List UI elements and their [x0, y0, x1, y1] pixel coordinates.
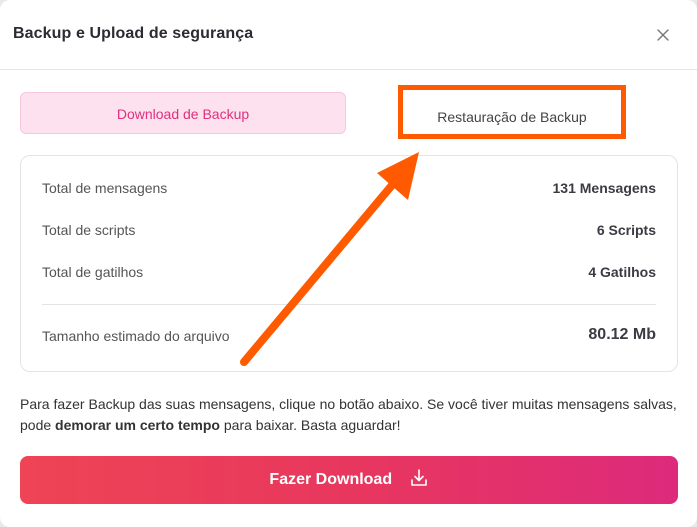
- tab-restore-backup[interactable]: Restauração de Backup: [398, 85, 626, 139]
- backup-stats-panel: Total de mensagens 131 Mensagens Total d…: [20, 155, 678, 372]
- note-text-bold: demorar um certo tempo: [55, 417, 220, 433]
- dialog-header: Backup e Upload de segurança: [0, 0, 697, 70]
- stat-label: Total de scripts: [42, 222, 136, 238]
- download-button-label: Fazer Download: [269, 471, 393, 488]
- stats-divider: [42, 304, 656, 305]
- dialog-title: Backup e Upload de segurança: [13, 25, 254, 42]
- stat-label: Tamanho estimado do arquivo: [42, 328, 230, 344]
- backup-instructions: Para fazer Backup das suas mensagens, cl…: [20, 394, 680, 436]
- stat-value: 6 Scripts: [596, 222, 656, 238]
- close-button[interactable]: [652, 24, 674, 46]
- stat-label: Total de gatilhos: [42, 264, 144, 280]
- download-button[interactable]: Fazer Download: [20, 456, 678, 504]
- backup-dialog: Backup e Upload de segurança Download de…: [0, 0, 697, 527]
- stat-value: 80.12 Mb: [588, 326, 656, 343]
- close-icon: [657, 29, 669, 41]
- stat-value: 4 Gatilhos: [588, 264, 656, 280]
- tab-download-backup[interactable]: Download de Backup: [20, 92, 346, 134]
- note-text-2: para baixar. Basta aguardar!: [219, 417, 401, 433]
- download-icon: [410, 468, 427, 486]
- stat-label: Total de mensagens: [42, 180, 168, 196]
- stat-value: 131 Mensagens: [552, 180, 657, 196]
